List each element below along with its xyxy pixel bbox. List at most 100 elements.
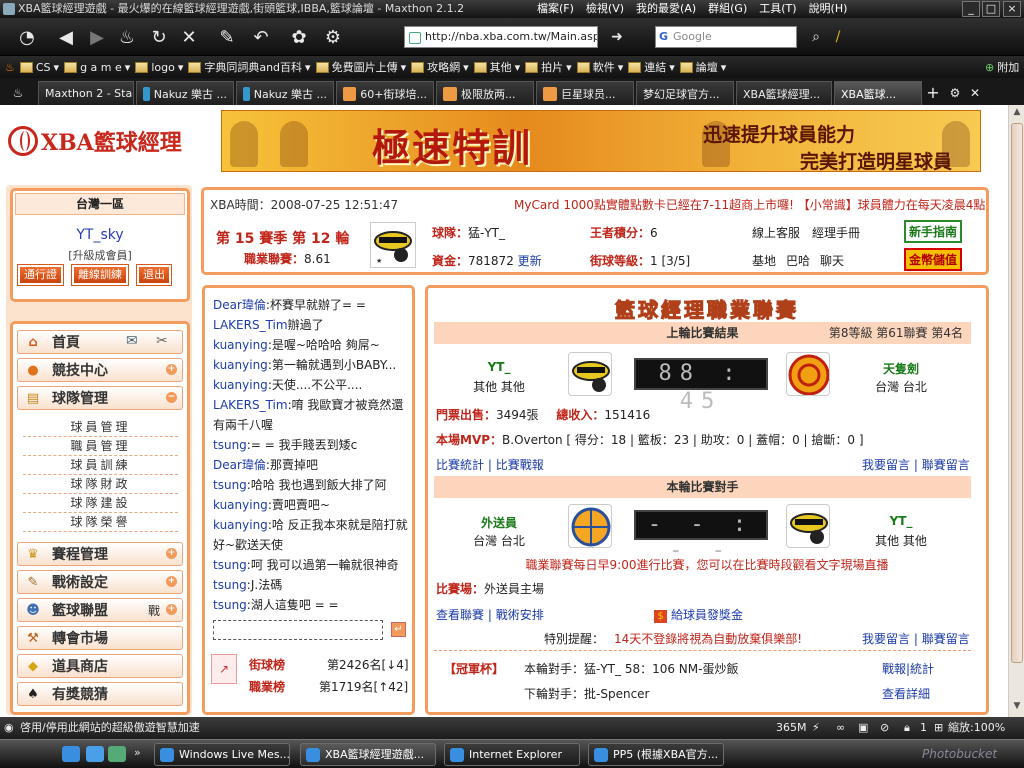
taskbar-internet-explorer[interactable]: Internet Explorer xyxy=(444,743,580,766)
site-logo[interactable]: XBA籃球經理 xyxy=(8,125,182,157)
lock-icon[interactable]: 🔒︎ xyxy=(904,717,910,739)
forward-icon[interactable]: ▶ xyxy=(84,24,110,50)
fav-folder-game[interactable]: g a m e ▾ xyxy=(64,61,130,74)
scroll-thumb[interactable] xyxy=(1011,123,1023,663)
ie-quicklaunch-icon[interactable] xyxy=(62,746,80,762)
league-message-link[interactable]: 聯賽留言 xyxy=(922,632,970,646)
prize-link[interactable]: $ 給球員發獎金 xyxy=(654,606,743,623)
opponent-team-logo[interactable] xyxy=(568,504,612,548)
close-button[interactable]: × xyxy=(1003,1,1021,17)
fav-folder-dictionary[interactable]: 字典同詞典and百科 ▾ xyxy=(188,59,311,75)
promo-banner[interactable]: 極速特訓 迅速提升球員能力 完美打造明星球員 xyxy=(221,110,981,172)
nav-team-management[interactable]: ▤ 球隊管理 − xyxy=(17,386,183,410)
tactics-link[interactable]: 戰術安排 xyxy=(496,608,544,622)
nav-arena[interactable]: ● 競技中心 + xyxy=(17,358,183,382)
fav-folder-software[interactable]: 軟件 ▾ xyxy=(576,59,623,75)
fav-folder-cs[interactable]: CS ▾ xyxy=(19,61,59,74)
tab-menu-flame-icon[interactable]: ♨ xyxy=(0,81,36,105)
menu-view[interactable]: 檢視(V) xyxy=(586,0,624,18)
chat-user[interactable]: kuanying xyxy=(213,358,268,372)
menu-file[interactable]: 檔案(F) xyxy=(537,0,574,18)
chat-send-icon[interactable]: ↵ xyxy=(391,622,406,637)
edit-icon[interactable]: ✎ xyxy=(214,24,240,50)
chat-user[interactable]: tsung xyxy=(213,558,247,572)
scroll-up-icon[interactable]: ▲ xyxy=(1011,107,1023,121)
chat-link[interactable]: 聊天 xyxy=(820,252,844,269)
base-link[interactable]: 基地 xyxy=(752,252,776,269)
chat-user[interactable]: tsung xyxy=(213,578,247,592)
popup-block-icon[interactable]: ⊘ xyxy=(880,717,889,739)
chat-user[interactable]: tsung xyxy=(213,438,247,452)
tab-xba-active[interactable]: XBA籃球... xyxy=(834,81,922,105)
upgrade-member-link[interactable]: [升級成會員] xyxy=(13,247,187,263)
zoom-level[interactable]: 縮放:100% xyxy=(948,717,1005,739)
home-team-name[interactable]: YT_ xyxy=(464,360,534,374)
maxthon-quicklaunch-icon[interactable] xyxy=(108,746,126,762)
fav-folder-forums[interactable]: 論壇 ▾ xyxy=(679,59,726,75)
chat-user[interactable]: kuanying xyxy=(213,498,268,512)
passport-button[interactable]: 通行證 xyxy=(17,264,64,286)
home-team-logo[interactable] xyxy=(568,352,612,396)
league-message-link[interactable]: 聯賽留言 xyxy=(922,458,970,472)
fav-folder-image-upload[interactable]: 免費圖片上傳 ▾ xyxy=(315,59,406,75)
news-marquee[interactable]: MyCard 1000點實體點數卡已經在7-11超商上市囉! 【小常識】球員體力… xyxy=(514,196,986,213)
nav-sub-honors[interactable]: 球隊榮譽 xyxy=(23,513,178,532)
nav-sub-training[interactable]: 球員訓練 xyxy=(23,456,178,475)
my-team-logo[interactable] xyxy=(786,504,830,548)
fav-folder-logo[interactable]: logo ▾ xyxy=(135,61,183,74)
tab-maxthon-start[interactable]: Maxthon 2 - Start xyxy=(38,81,134,105)
nav-home[interactable]: ⌂ 首頁 ✉ ✂ xyxy=(17,330,183,354)
menu-tools[interactable]: 工具(T) xyxy=(759,0,796,18)
fav-folder-guides[interactable]: 攻略網 ▾ xyxy=(411,59,469,75)
champion-cup-label[interactable]: 【冠軍杯】 xyxy=(444,660,504,677)
menu-groups[interactable]: 群組(G) xyxy=(708,0,747,18)
chat-user[interactable]: kuanying xyxy=(213,378,268,392)
nav-sub-staff[interactable]: 職員管理 xyxy=(23,437,178,456)
plugins-icon[interactable]: ✿ xyxy=(286,24,312,50)
opponent-team-name[interactable]: 外送員 xyxy=(464,514,534,531)
nav-item-shop[interactable]: ◆ 道具商店 xyxy=(17,654,183,678)
chat-user[interactable]: LAKERS_Tim xyxy=(213,398,288,412)
chat-user[interactable]: Dear瑋倫 xyxy=(213,458,266,472)
nav-sub-facilities[interactable]: 球隊建設 xyxy=(23,494,178,513)
menu-favorites[interactable]: 我的最愛(A) xyxy=(636,0,696,18)
away-team-logo[interactable] xyxy=(786,352,830,396)
add-favorite-button[interactable]: ⊕ 附加 xyxy=(985,59,1019,75)
memory-usage[interactable]: 365M xyxy=(776,717,807,739)
my-team-name[interactable]: YT_ xyxy=(866,514,936,528)
new-tab-plus-icon[interactable]: + xyxy=(922,81,944,105)
highlight-icon[interactable]: / xyxy=(830,24,846,50)
desktop-quicklaunch-icon[interactable] xyxy=(86,746,104,762)
cup-report-stats-link[interactable]: 戰報|統計 xyxy=(882,660,934,677)
tab-fantasy-football[interactable]: 梦幻足球官方... xyxy=(636,81,734,105)
security-icon[interactable]: ▣ xyxy=(858,717,868,739)
bahamut-link[interactable]: 巴哈 xyxy=(786,252,810,269)
cup-details-link[interactable]: 查看詳細 xyxy=(882,685,930,702)
offline-training-button[interactable]: 離線訓練 xyxy=(71,264,129,286)
taskbar-xba-game[interactable]: XBA籃球經理遊戲... xyxy=(300,743,436,766)
nav-league[interactable]: ☻ 籃球聯盟 戰 + xyxy=(17,598,183,622)
pro-rank-label[interactable]: 職業榜 xyxy=(249,678,285,695)
link-icon[interactable]: ∞ xyxy=(836,717,845,739)
tab-extreme[interactable]: 极限放两... xyxy=(436,81,534,105)
tab-nakuz-1[interactable]: Nakuz 樂古 ... xyxy=(136,81,234,105)
username[interactable]: YT_sky xyxy=(13,227,187,243)
taskbar-pp5[interactable]: PP5 (根據XBA官方... xyxy=(588,743,724,766)
tab-settings-gear-icon[interactable]: ⚙ xyxy=(944,81,966,105)
tools-icon[interactable]: ✂ xyxy=(156,333,168,349)
search-icon[interactable]: ⌕ xyxy=(806,24,826,50)
leave-message-link[interactable]: 我要留言 xyxy=(862,632,910,646)
funds-update-link[interactable]: 更新 xyxy=(518,254,542,268)
online-support-link[interactable]: 線上客服 xyxy=(752,224,800,241)
undo-icon[interactable]: ↶ xyxy=(248,24,274,50)
speedup-icon[interactable]: ⚡ xyxy=(812,717,820,739)
team-emblem[interactable]: ★ xyxy=(370,222,416,268)
mvp-value[interactable]: B.Overton [ 得分：18 | 籃板：23 | 助攻：0 | 蓋帽：0 … xyxy=(502,433,864,447)
chat-input[interactable] xyxy=(213,620,383,640)
scroll-down-icon[interactable]: ▼ xyxy=(1011,701,1023,715)
chat-user[interactable]: LAKERS_Tim xyxy=(213,318,288,332)
settings-gear-icon[interactable]: ⚙ xyxy=(320,24,346,50)
back-icon[interactable]: ◀ xyxy=(52,24,80,50)
chat-user[interactable]: kuanying xyxy=(213,338,268,352)
chat-user[interactable]: tsung xyxy=(213,598,247,612)
